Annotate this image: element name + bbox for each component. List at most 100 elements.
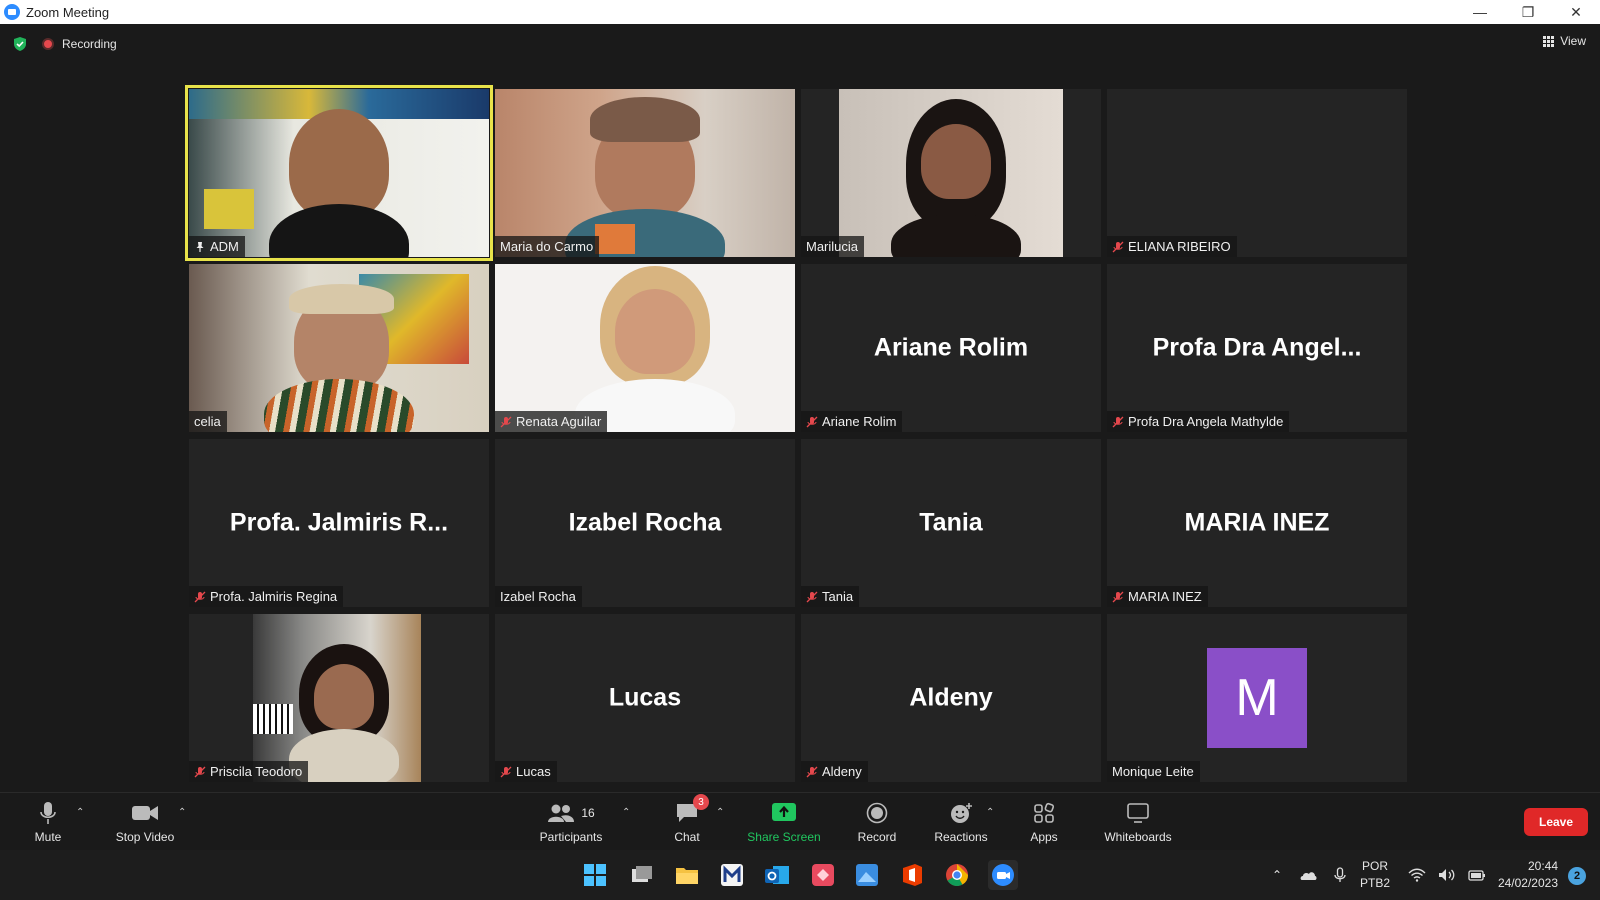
security-shield-icon[interactable] (12, 36, 28, 52)
participant-video (801, 89, 1101, 257)
recording-label: Recording (62, 37, 117, 51)
app-m-icon[interactable] (717, 860, 747, 890)
restore-button[interactable]: ❐ (1504, 0, 1552, 24)
participant-name-label: ELIANA RIBEIRO (1107, 236, 1237, 257)
video-tile[interactable]: Profa Dra Angel... Profa Dra Angela Math… (1107, 264, 1407, 432)
whiteboards-button[interactable]: Whiteboards (1100, 793, 1176, 851)
video-grid: ADM Maria do Carmo Marilucia ELIANA RIBE… (185, 85, 1411, 782)
mic-muted-icon (500, 766, 512, 777)
participant-display-name: MARIA INEZ (1184, 508, 1330, 537)
os-taskbar: ⌃ POR PTB2 20:44 24/02/2023 2 (0, 850, 1600, 900)
mute-button[interactable]: Mute (28, 793, 68, 851)
participants-button[interactable]: 16 Participants (535, 793, 607, 851)
mic-muted-icon (500, 416, 512, 427)
minimize-button[interactable]: — (1456, 0, 1504, 24)
grid-view-icon (1543, 35, 1555, 47)
participant-video (189, 89, 489, 257)
participant-name-label: Profa Dra Angela Mathylde (1107, 411, 1290, 432)
chat-button[interactable]: 3 Chat (672, 793, 709, 851)
tray-chevron-icon[interactable]: ⌃ (1272, 868, 1282, 882)
recording-indicator[interactable]: Recording (42, 37, 117, 51)
close-button[interactable]: ✕ (1552, 0, 1600, 24)
office-icon[interactable] (897, 860, 927, 890)
participant-name-label: celia (189, 411, 227, 432)
video-tile[interactable]: Tania Tania (801, 439, 1101, 607)
zoom-app-icon (4, 4, 20, 20)
participant-video (495, 89, 795, 257)
window-title: Zoom Meeting (26, 4, 110, 20)
zoom-taskbar-icon[interactable] (988, 860, 1018, 890)
participant-display-name: Profa Dra Angel... (1152, 333, 1362, 362)
participant-name-label: Aldeny (801, 761, 868, 782)
wifi-icon[interactable] (1408, 868, 1426, 882)
reactions-options-caret[interactable]: ⌃ (986, 807, 994, 818)
participants-count: 16 (581, 806, 595, 820)
share-screen-button[interactable]: Share Screen (744, 793, 824, 851)
video-tile[interactable]: Renata Aguilar (495, 264, 795, 432)
participant-name-label: Renata Aguilar (495, 411, 608, 432)
video-tile[interactable]: ELIANA RIBEIRO (1107, 89, 1407, 257)
onedrive-icon[interactable] (1298, 868, 1318, 882)
participants-options-caret[interactable]: ⌃ (622, 807, 630, 818)
taskbar-clock[interactable]: 20:44 24/02/2023 (1498, 858, 1558, 892)
windows-start-icon[interactable] (580, 860, 610, 890)
chat-unread-badge: 3 (693, 794, 709, 810)
participant-video (189, 264, 489, 432)
participant-display-name: Profa. Jalmiris R... (229, 508, 449, 537)
record-icon (866, 802, 888, 824)
whiteboard-icon (1127, 803, 1149, 823)
apps-button[interactable]: Apps (1028, 793, 1060, 851)
participant-name-label: MARIA INEZ (1107, 586, 1208, 607)
video-tile[interactable]: Ariane Rolim Ariane Rolim (801, 264, 1101, 432)
video-tile[interactable]: Profa. Jalmiris R... Profa. Jalmiris Reg… (189, 439, 489, 607)
video-tile[interactable]: Marilucia (801, 89, 1101, 257)
smiley-icon (951, 803, 972, 823)
participant-name-label: ADM (189, 236, 245, 257)
participant-name-label: Profa. Jalmiris Regina (189, 586, 344, 607)
mute-options-caret[interactable]: ⌃ (76, 807, 84, 818)
mic-muted-icon (1112, 241, 1124, 252)
video-tile[interactable]: Izabel Rocha Izabel Rocha (495, 439, 795, 607)
share-screen-icon (772, 803, 796, 821)
microphone-icon (40, 802, 56, 824)
participant-name-label: Lucas (495, 761, 557, 782)
photos-app-icon[interactable] (852, 860, 882, 890)
video-tile[interactable]: Lucas Lucas (495, 614, 795, 782)
chat-options-caret[interactable]: ⌃ (716, 807, 724, 818)
mic-muted-icon (1112, 416, 1124, 427)
outlook-icon[interactable] (762, 860, 792, 890)
record-button[interactable]: Record (852, 793, 902, 851)
recording-dot-icon (42, 38, 54, 50)
task-view-icon[interactable] (626, 860, 656, 890)
video-tile[interactable]: M Monique Leite (1107, 614, 1407, 782)
clock-time: 20:44 (1527, 859, 1558, 873)
video-tile[interactable]: ADM (185, 85, 493, 261)
battery-icon[interactable] (1468, 868, 1486, 882)
tray-microphone-icon[interactable] (1334, 867, 1346, 883)
participant-name-label: Tania (801, 586, 860, 607)
leave-button[interactable]: Leave (1524, 808, 1588, 836)
notification-count-badge[interactable]: 2 (1568, 867, 1586, 885)
mic-muted-icon (806, 591, 818, 602)
stop-video-button[interactable]: Stop Video (110, 793, 180, 851)
video-options-caret[interactable]: ⌃ (178, 807, 186, 818)
meeting-toolbar: Mute ⌃ Stop Video ⌃ 16 Participants ⌃ 3 … (0, 792, 1600, 850)
video-tile[interactable]: Maria do Carmo (495, 89, 795, 257)
meeting-area: Recording View ADM Maria do Carmo Marilu… (0, 24, 1600, 792)
view-button[interactable]: View (1543, 34, 1586, 48)
file-explorer-icon[interactable] (672, 860, 702, 890)
mic-muted-icon (194, 591, 206, 602)
chrome-icon[interactable] (942, 860, 972, 890)
calendar-app-icon[interactable] (808, 860, 838, 890)
participant-video (495, 264, 795, 432)
mic-muted-icon (806, 766, 818, 777)
volume-icon[interactable] (1438, 868, 1456, 882)
pin-icon (196, 241, 204, 252)
participant-display-name: Tania (919, 508, 983, 537)
video-tile[interactable]: MARIA INEZ MARIA INEZ (1107, 439, 1407, 607)
input-language-indicator[interactable]: POR PTB2 (1360, 858, 1390, 892)
video-tile[interactable]: Priscila Teodoro (189, 614, 489, 782)
reactions-button[interactable]: Reactions (930, 793, 992, 851)
video-tile[interactable]: Aldeny Aldeny (801, 614, 1101, 782)
video-tile[interactable]: celia (189, 264, 489, 432)
